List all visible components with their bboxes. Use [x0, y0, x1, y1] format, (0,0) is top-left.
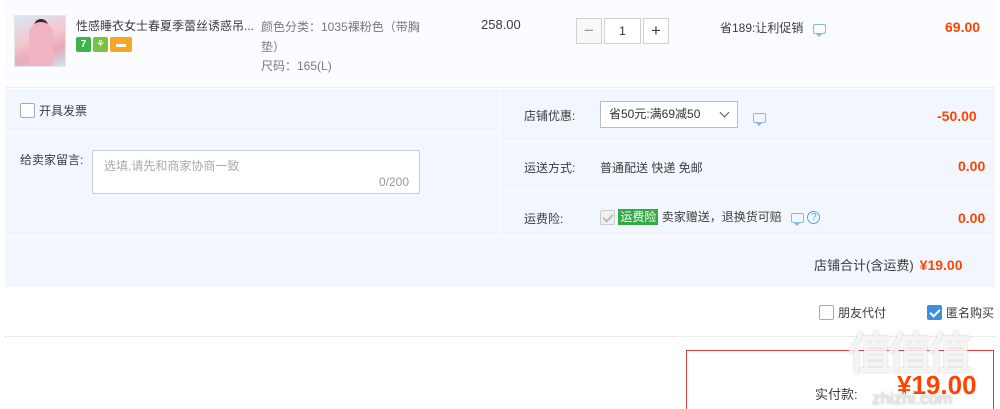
shop-discount-label: 店铺优惠: — [524, 109, 576, 123]
message-placeholder: 选填,请先和商家协商一致 — [104, 159, 240, 173]
sku-color: 颜色分类：1035裸粉色（带胸垫） — [261, 20, 420, 54]
item-subtotal: 69.00 — [945, 19, 981, 35]
seven-day-return-icon[interactable]: 7 — [76, 37, 91, 52]
chat-icon[interactable] — [753, 112, 766, 126]
quantity-increase-button[interactable]: + — [643, 18, 669, 44]
service-badges: 7 ⚘ ▬ — [76, 37, 134, 53]
message-char-count: 0/200 — [378, 175, 409, 189]
insurance-value: 0.00 — [958, 210, 986, 226]
order-item-row — [5, 0, 995, 88]
panel-divider — [499, 89, 500, 235]
invoice-option[interactable]: 开具发票 — [20, 102, 87, 119]
gift-icon[interactable]: ⚘ — [93, 37, 108, 52]
shop-total-label: 店铺合计(含运费) — [814, 258, 914, 273]
insurance-label: 运费险: — [524, 212, 564, 226]
chat-icon[interactable] — [791, 212, 805, 226]
shipping-value: 0.00 — [958, 158, 986, 174]
invoice-checkbox[interactable] — [20, 103, 35, 118]
chevron-down-icon — [719, 107, 730, 118]
thumbnail-figure-body — [29, 22, 53, 66]
shop-total: 店铺合计(含运费) ¥19.00 — [814, 255, 963, 274]
sku-size: 尺码：165(L) — [261, 59, 332, 73]
shop-discount-value: -50.00 — [937, 108, 977, 124]
insurance-option: 运费险 卖家赠送，退换货可赔 ? — [600, 208, 821, 226]
product-title-link[interactable]: 性感睡衣女士春夏季蕾丝诱惑吊... — [76, 17, 256, 34]
shop-total-value: ¥19.00 — [919, 257, 963, 273]
coupon-selected-value: 省50元:满69减50 — [609, 107, 701, 121]
item-promotion: 省189:让利促销 — [720, 19, 826, 37]
row-separator — [500, 190, 995, 191]
quantity-decrease-button[interactable]: − — [576, 18, 602, 44]
shipping-label: 运送方式: — [524, 161, 576, 175]
watermark-logo: 值值值 — [848, 330, 972, 379]
section-divider — [5, 336, 995, 337]
chat-icon[interactable] — [812, 23, 826, 37]
help-icon[interactable]: ? — [807, 211, 821, 225]
unit-price: 258.00 — [481, 17, 521, 32]
message-label: 给卖家留言: — [20, 153, 84, 167]
insurance-checkbox — [600, 210, 615, 226]
shipping-method: 普通配送 快递 免邮 — [600, 161, 703, 175]
insurance-tag: 运费险 — [618, 209, 659, 225]
watermark-url: zhizhi.com — [872, 389, 953, 408]
insurance-desc: 卖家赠送，退换货可赔 — [661, 210, 782, 224]
quantity-input[interactable]: 1 — [604, 18, 641, 44]
seller-message-input[interactable]: 选填,请先和商家协商一致 0/200 — [92, 150, 420, 194]
friend-pay-checkbox[interactable] — [819, 305, 834, 320]
promotion-text: 省189:让利促销 — [720, 21, 804, 35]
credit-card-icon[interactable]: ▬ — [110, 37, 132, 52]
product-thumbnail[interactable] — [14, 15, 66, 67]
row-separator — [500, 141, 995, 142]
invoice-label: 开具发票 — [39, 104, 88, 118]
shop-coupon-select[interactable]: 省50元:满69减50 — [600, 101, 738, 128]
